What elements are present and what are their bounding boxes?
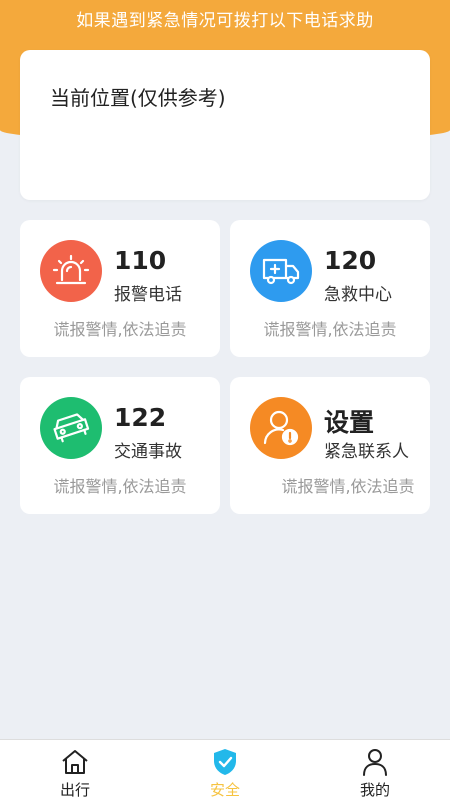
siren-icon [40,240,102,302]
card-warning: 谎报警情,依法追责 [263,320,397,339]
phone-number: 120 [324,246,377,275]
emergency-card-110[interactable]: 110 报警电话 谎报警情,依法追责 [20,220,220,357]
nav-label: 出行 [59,781,90,799]
car-crash-icon [40,397,102,459]
card-warning: 谎报警情,依法追责 [53,477,187,496]
location-title: 当前位置(仅供参考) [50,86,226,110]
emergency-banner: 如果遇到紧急情况可拨打以下电话求助 [76,11,374,31]
phone-number: 110 [114,246,167,275]
nav-label: 我的 [359,781,390,799]
ambulance-icon [250,240,312,302]
nav-item-safety[interactable]: 安全 [150,740,300,800]
nav-label: 安全 [209,781,240,799]
card-label: 报警电话 [114,285,182,305]
emergency-card-120[interactable]: 120 急救中心 谎报警情,依法追责 [230,220,430,357]
contact-alert-icon [250,397,312,459]
emergency-card-122[interactable]: 122 交通事故 谎报警情,依法追责 [20,377,220,514]
phone-number: 122 [114,403,167,432]
card-label: 急救中心 [324,285,392,305]
location-card[interactable]: 当前位置(仅供参考) [20,50,430,200]
user-icon [361,748,389,776]
home-icon [61,748,89,776]
emergency-contact-card[interactable]: 设置 紧急联系人 谎报警情,依法追责 [230,377,430,514]
shield-check-icon [211,748,239,776]
card-warning: 谎报警情,依法追责 [281,477,415,496]
settings-title: 设置 [324,408,375,437]
nav-item-travel[interactable]: 出行 [0,740,150,800]
nav-item-mine[interactable]: 我的 [300,740,450,800]
card-label: 紧急联系人 [324,442,409,462]
card-warning: 谎报警情,依法追责 [53,320,187,339]
bottom-nav: 出行 安全 我的 [0,739,450,800]
card-label: 交通事故 [114,442,182,462]
